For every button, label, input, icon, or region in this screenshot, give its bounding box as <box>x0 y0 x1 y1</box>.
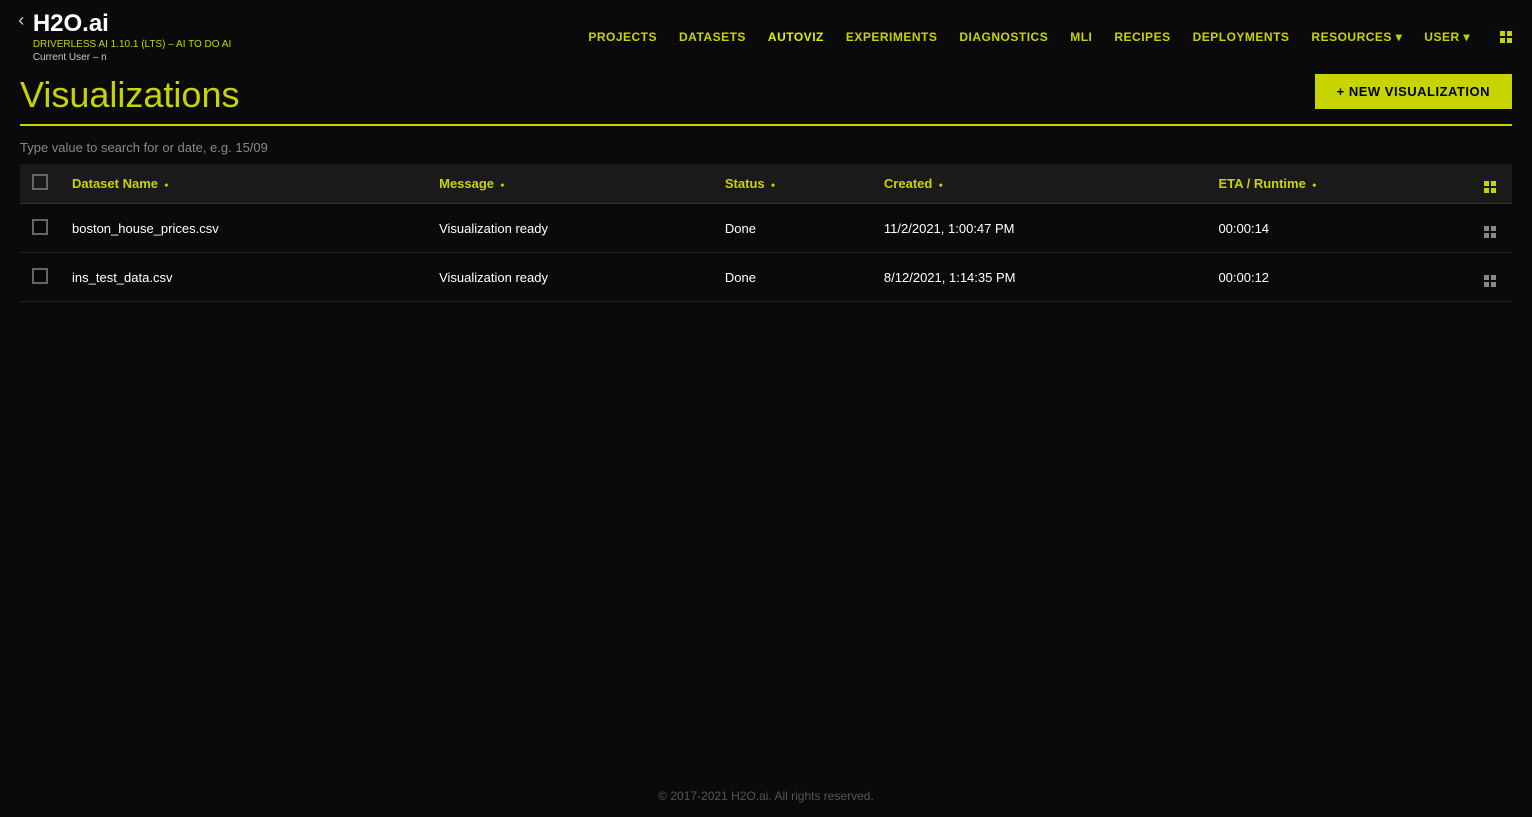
row-checkbox-0[interactable] <box>32 219 48 235</box>
nav-right-icons <box>1500 31 1512 43</box>
logo-text: H2O.ai <box>33 10 231 38</box>
row-checkbox-1[interactable] <box>32 268 48 284</box>
grid-icon <box>1500 31 1512 43</box>
nav-datasets[interactable]: DATASETS <box>679 30 746 44</box>
footer: © 2017-2021 H2O.ai. All rights reserved. <box>0 789 1532 803</box>
row-dataset-name: ins_test_data.csv <box>60 253 427 302</box>
nav-resources[interactable]: RESOURCES ▾ <box>1311 30 1402 44</box>
table-row: boston_house_prices.csv Visualization re… <box>20 204 1512 253</box>
col-header-eta-runtime[interactable]: ETA / Runtime ⬩ <box>1206 164 1468 204</box>
sort-status-icon: ⬩ <box>771 180 775 191</box>
col-message-label: Message <box>439 176 498 191</box>
nav-deployments[interactable]: DEPLOYMENTS <box>1193 30 1290 44</box>
col-header-options <box>1468 164 1512 204</box>
col-status-label: Status <box>725 176 768 191</box>
table-row: ins_test_data.csv Visualization ready Do… <box>20 253 1512 302</box>
logo-subtitle: DRIVERLESS AI 1.10.1 (LTS) – AI TO DO AI… <box>33 38 231 64</box>
row-message: Visualization ready <box>427 204 713 253</box>
row-checkbox-cell <box>20 204 60 253</box>
nav-links: PROJECTS DATASETS AUTOVIZ EXPERIMENTS DI… <box>588 30 1512 44</box>
nav-autoviz[interactable]: AUTOVIZ <box>768 30 824 44</box>
col-eta-runtime-label: ETA / Runtime <box>1218 176 1309 191</box>
page-title: Visualizations <box>20 74 239 116</box>
new-visualization-button[interactable]: + NEW VISUALIZATION <box>1315 74 1512 109</box>
row-options-cell <box>1468 204 1512 253</box>
sort-eta-runtime-icon: ⬩ <box>1312 180 1316 191</box>
row-options-button-1[interactable] <box>1480 265 1500 289</box>
page-header: Visualizations + NEW VISUALIZATION <box>0 64 1532 116</box>
row-status: Done <box>713 253 872 302</box>
nav-mli[interactable]: MLI <box>1070 30 1092 44</box>
row-options-icon-1 <box>1484 275 1496 287</box>
logo-area: ‹ H2O.ai DRIVERLESS AI 1.10.1 (LTS) – AI… <box>16 10 231 64</box>
row-options-button-0[interactable] <box>1480 216 1500 240</box>
row-status: Done <box>713 204 872 253</box>
row-options-icon-0 <box>1484 226 1496 238</box>
row-message: Visualization ready <box>427 253 713 302</box>
row-created: 8/12/2021, 1:14:35 PM <box>872 253 1207 302</box>
col-header-message[interactable]: Message ⬩ <box>427 164 713 204</box>
nav-diagnostics[interactable]: DIAGNOSTICS <box>959 30 1048 44</box>
nav-user[interactable]: USER ▾ <box>1424 30 1470 44</box>
table-header-row: Dataset Name ⬩ Message ⬩ Status ⬩ Create… <box>20 164 1512 204</box>
header-checkbox-col <box>20 164 60 204</box>
footer-text: © 2017-2021 H2O.ai. All rights reserved. <box>658 789 874 803</box>
visualizations-table: Dataset Name ⬩ Message ⬩ Status ⬩ Create… <box>20 164 1512 302</box>
table-body: boston_house_prices.csv Visualization re… <box>20 204 1512 302</box>
top-nav: ‹ H2O.ai DRIVERLESS AI 1.10.1 (LTS) – AI… <box>0 0 1532 64</box>
nav-recipes[interactable]: RECIPES <box>1114 30 1170 44</box>
col-header-status[interactable]: Status ⬩ <box>713 164 872 204</box>
table-container: Dataset Name ⬩ Message ⬩ Status ⬩ Create… <box>0 164 1532 302</box>
nav-projects[interactable]: PROJECTS <box>588 30 657 44</box>
logo-block: H2O.ai DRIVERLESS AI 1.10.1 (LTS) – AI T… <box>33 10 231 64</box>
nav-experiments[interactable]: EXPERIMENTS <box>846 30 938 44</box>
col-header-created[interactable]: Created ⬩ <box>872 164 1207 204</box>
col-dataset-name-label: Dataset Name <box>72 176 162 191</box>
row-eta-runtime: 00:00:14 <box>1206 204 1468 253</box>
col-created-label: Created <box>884 176 936 191</box>
select-all-checkbox[interactable] <box>32 174 48 190</box>
row-created: 11/2/2021, 1:00:47 PM <box>872 204 1207 253</box>
search-hint-text: Type value to search for or date, e.g. 1… <box>20 140 268 155</box>
sort-dataset-name-icon: ⬩ <box>165 180 169 191</box>
back-arrow-icon[interactable]: ‹ <box>16 12 27 32</box>
row-checkbox-cell <box>20 253 60 302</box>
col-options-grid-icon <box>1484 181 1496 193</box>
search-area: Type value to search for or date, e.g. 1… <box>0 126 1532 164</box>
sort-created-icon: ⬩ <box>939 180 943 191</box>
row-options-cell <box>1468 253 1512 302</box>
row-dataset-name: boston_house_prices.csv <box>60 204 427 253</box>
row-eta-runtime: 00:00:12 <box>1206 253 1468 302</box>
col-header-dataset-name[interactable]: Dataset Name ⬩ <box>60 164 427 204</box>
sort-message-icon: ⬩ <box>501 180 505 191</box>
